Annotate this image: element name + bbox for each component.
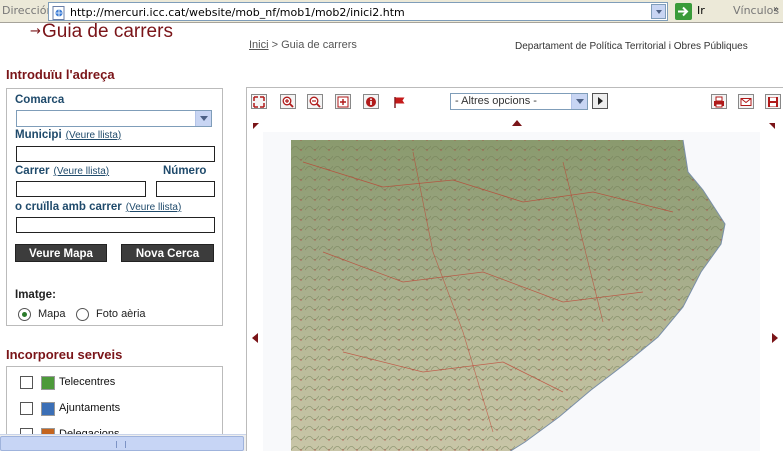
radio-foto-aeria-label[interactable]: Foto aèria	[96, 308, 146, 320]
page-icon	[52, 5, 66, 20]
scrollbar-thumb[interactable]	[0, 436, 244, 451]
address-label: Dirección	[2, 4, 54, 17]
townhall-icon	[41, 402, 55, 416]
department-name: Departament de Política Territorial i Ob…	[515, 41, 748, 52]
page-title: Guia de carrers	[42, 21, 173, 42]
carrer-label: Carrer (Veure llista)	[15, 165, 109, 177]
url-dropdown-button[interactable]	[651, 4, 666, 19]
other-options-go-button[interactable]	[592, 93, 608, 109]
save-icon[interactable]	[765, 94, 781, 109]
map-corner-topright-icon[interactable]	[769, 123, 775, 129]
breadcrumb-separator: >	[268, 39, 282, 51]
comarca-select[interactable]	[16, 110, 212, 127]
pan-east-arrow-icon[interactable]	[772, 333, 778, 343]
service-checkbox[interactable]	[20, 402, 33, 415]
numero-input[interactable]	[156, 181, 215, 197]
go-label[interactable]: Ir	[697, 4, 705, 17]
municipi-label-text: Municipi	[15, 129, 62, 141]
radio-mapa-label[interactable]: Mapa	[38, 308, 66, 320]
carrer-label-text: Carrer	[15, 165, 50, 177]
cruilla-input[interactable]	[16, 217, 215, 233]
cruilla-label-text: o cruïlla amb carrer	[15, 201, 122, 213]
email-icon[interactable]	[738, 94, 754, 109]
pan-west-arrow-icon[interactable]	[252, 333, 258, 343]
breadcrumb: Inici > Guia de carrers	[249, 39, 357, 51]
radio-foto-aeria[interactable]	[76, 308, 89, 321]
flag-icon[interactable]	[391, 94, 407, 109]
title-arrow-icon: →	[30, 24, 41, 39]
carrer-input[interactable]	[16, 181, 146, 197]
cruilla-list-link[interactable]: (Veure llista)	[126, 202, 182, 213]
comarca-label: Comarca	[15, 94, 65, 106]
breadcrumb-home-link[interactable]: Inici	[249, 39, 269, 51]
go-button[interactable]	[675, 3, 692, 20]
comarca-dropdown-icon[interactable]	[195, 111, 211, 126]
municipi-label: Municipi (Veure llista)	[15, 129, 121, 141]
carrer-list-link[interactable]: (Veure llista)	[54, 166, 110, 177]
municipi-input[interactable]	[16, 146, 215, 162]
address-form: Comarca Municipi (Veure llista) Carrer (Ve…	[6, 88, 223, 326]
pan-north-arrow-icon[interactable]	[512, 120, 522, 126]
view-map-button[interactable]: Veure Mapa	[15, 244, 107, 262]
address-bar: Dirección http://mercuri.icc.cat/website…	[0, 0, 783, 23]
other-options-dropdown-icon[interactable]	[571, 94, 587, 109]
new-search-button[interactable]: Nova Cerca	[121, 244, 214, 262]
map-corner-topleft-icon[interactable]	[253, 123, 259, 129]
cruilla-label: o cruïlla amb carrer (Veure llista)	[15, 201, 181, 213]
other-options-select[interactable]: - Altres opcions -	[450, 93, 588, 110]
service-label: Ajuntaments	[59, 402, 121, 414]
breadcrumb-current: Guia de carrers	[281, 39, 357, 51]
map-view[interactable]	[263, 132, 760, 451]
radio-mapa[interactable]	[18, 308, 31, 321]
telecentre-icon	[41, 376, 55, 390]
links-chevron-icon[interactable]: »	[773, 4, 779, 15]
other-options-value: - Altres opcions -	[455, 95, 537, 107]
browser-window: Dirección http://mercuri.icc.cat/website…	[0, 0, 783, 451]
url-text: http://mercuri.icc.cat/website/mob_nf/mo…	[70, 6, 405, 19]
municipi-list-link[interactable]: (Veure llista)	[66, 130, 122, 141]
info-icon[interactable]	[363, 94, 379, 109]
image-type-label: Imatge:	[15, 289, 56, 301]
service-label: Telecentres	[59, 376, 116, 388]
scrollbar-grip	[116, 441, 126, 448]
url-field[interactable]: http://mercuri.icc.cat/website/mob_nf/mo…	[48, 2, 668, 21]
topographic-map-image	[291, 139, 726, 451]
services-section-title: Incorporeu serveis	[6, 347, 123, 362]
print-icon[interactable]	[711, 94, 727, 109]
address-section-title: Introduïu l'adreça	[6, 67, 115, 82]
fullextent-icon[interactable]	[251, 94, 267, 109]
zoom-out-icon[interactable]	[307, 94, 323, 109]
service-checkbox[interactable]	[20, 376, 33, 389]
zoom-in-icon[interactable]	[280, 94, 296, 109]
pan-icon[interactable]	[335, 94, 351, 109]
numero-label: Número	[163, 165, 207, 177]
horizontal-scrollbar[interactable]	[0, 434, 247, 451]
